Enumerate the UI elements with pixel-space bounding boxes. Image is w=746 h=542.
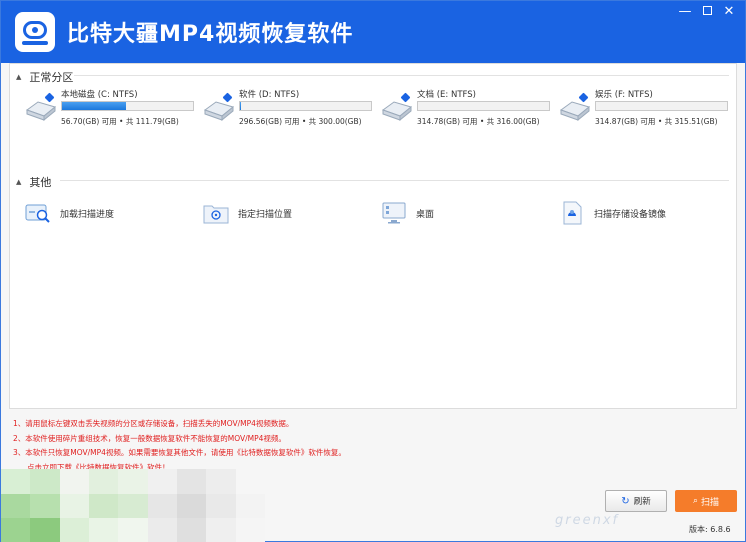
drive-usage-bar bbox=[595, 101, 728, 111]
scan-button[interactable]: ⌕ 扫描 bbox=[675, 490, 737, 512]
refresh-icon: ↻ bbox=[621, 495, 630, 507]
drive-capacity-info: 56.70(GB) 可用 • 共 111.79(GB) bbox=[61, 117, 179, 126]
hard-drive-icon bbox=[203, 92, 235, 122]
drive-name: 本地磁盘 (C: NTFS) bbox=[61, 90, 138, 100]
drive-usage-fill bbox=[62, 102, 127, 110]
hard-drive-icon bbox=[381, 92, 413, 122]
drive-item[interactable]: 文档 (E: NTFS) 314.78(GB) 可用 • 共 316.00(GB) bbox=[380, 86, 558, 132]
maximize-button[interactable] bbox=[697, 4, 717, 20]
specify-scan-location-item[interactable]: 指定扫描位置 bbox=[202, 198, 292, 228]
instructions-panel: 1、请用鼠标左键双击丢失视频的分区或存储设备，扫描丢失的MOV/MP4视频数据。… bbox=[13, 417, 346, 475]
section-other[interactable]: ▲ 其他 bbox=[16, 174, 51, 190]
refresh-button[interactable]: ↻ 刷新 bbox=[605, 490, 667, 512]
load-scan-progress-item[interactable]: 加载扫描进度 bbox=[24, 198, 114, 228]
collapse-triangle-icon: ▲ bbox=[16, 178, 22, 186]
instruction-line: 2、本软件使用碎片重组技术，恢复一般数据恢复软件不能恢复的MOV/MP4视频。 bbox=[13, 433, 286, 443]
drive-usage-bar bbox=[239, 101, 372, 111]
drive-usage-bar bbox=[417, 101, 550, 111]
drive-item[interactable]: 软件 (D: NTFS) 296.56(GB) 可用 • 共 300.00(GB) bbox=[202, 86, 380, 132]
load-scan-progress-label: 加载扫描进度 bbox=[60, 209, 115, 220]
hard-drive-icon bbox=[559, 92, 591, 122]
blurred-region bbox=[1, 469, 265, 542]
specify-scan-location-label: 指定扫描位置 bbox=[238, 209, 293, 220]
maximize-icon bbox=[702, 6, 712, 15]
scan-device-image-label: 扫描存储设备镜像 bbox=[594, 209, 667, 220]
section-normal-partitions[interactable]: ▲ 正常分区 bbox=[16, 69, 73, 85]
app-window: 比特大疆MP4视频恢复软件 — ✕ ▲ 正常分区 本地磁盘 (C: NTFS) 5… bbox=[0, 0, 746, 542]
hard-drive-icon bbox=[25, 92, 57, 122]
drive-usage-fill bbox=[240, 102, 242, 110]
close-button[interactable]: ✕ bbox=[719, 4, 739, 20]
scan-icon: ⌕ bbox=[692, 496, 699, 506]
load-scan-icon bbox=[25, 204, 50, 223]
main-panel: ▲ 正常分区 本地磁盘 (C: NTFS) 56.70(GB) 可用 • 共 11… bbox=[9, 63, 737, 409]
scan-device-image-item[interactable]: 扫描存储设备镜像 bbox=[558, 198, 666, 228]
target-folder-icon bbox=[203, 205, 229, 224]
section-divider bbox=[60, 180, 729, 181]
drive-name: 软件 (D: NTFS) bbox=[239, 90, 300, 100]
drive-name: 娱乐 (F: NTFS) bbox=[595, 90, 653, 100]
app-title: 比特大疆MP4视频恢复软件 bbox=[67, 22, 354, 47]
desktop-icon bbox=[382, 202, 406, 224]
app-logo-icon bbox=[15, 12, 55, 52]
watermark-text: greenxf bbox=[555, 513, 620, 528]
drive-usage-bar bbox=[61, 101, 194, 111]
refresh-label: 刷新 bbox=[633, 497, 651, 507]
scan-label: 扫描 bbox=[701, 497, 720, 508]
section-divider bbox=[74, 75, 729, 76]
version-label: 版本: 6.8.6 bbox=[689, 525, 731, 534]
disk-image-icon bbox=[563, 201, 582, 225]
desktop-item[interactable]: 桌面 bbox=[380, 198, 434, 228]
drive-item[interactable]: 本地磁盘 (C: NTFS) 56.70(GB) 可用 • 共 111.79(GB… bbox=[24, 86, 202, 132]
collapse-triangle-icon: ▲ bbox=[16, 73, 22, 81]
instruction-line: 3、本软件只恢复MOV/MP4视频。如果需要恢复其他文件，请使用《比特数据恢复软… bbox=[13, 448, 346, 457]
drive-name: 文档 (E: NTFS) bbox=[417, 90, 476, 100]
drive-capacity-info: 296.56(GB) 可用 • 共 300.00(GB) bbox=[239, 117, 362, 126]
minimize-button[interactable]: — bbox=[675, 4, 695, 20]
section-other-label: 其他 bbox=[29, 176, 52, 189]
instruction-line: 1、请用鼠标左键双击丢失视频的分区或存储设备，扫描丢失的MOV/MP4视频数据。 bbox=[13, 419, 294, 428]
drive-item[interactable]: 娱乐 (F: NTFS) 314.87(GB) 可用 • 共 315.51(GB) bbox=[558, 86, 736, 132]
desktop-label: 桌面 bbox=[416, 209, 435, 220]
drive-capacity-info: 314.87(GB) 可用 • 共 315.51(GB) bbox=[595, 117, 718, 126]
title-bar[interactable]: 比特大疆MP4视频恢复软件 — ✕ bbox=[1, 1, 745, 63]
drive-capacity-info: 314.78(GB) 可用 • 共 316.00(GB) bbox=[417, 117, 540, 126]
section-normal-label: 正常分区 bbox=[29, 71, 74, 84]
